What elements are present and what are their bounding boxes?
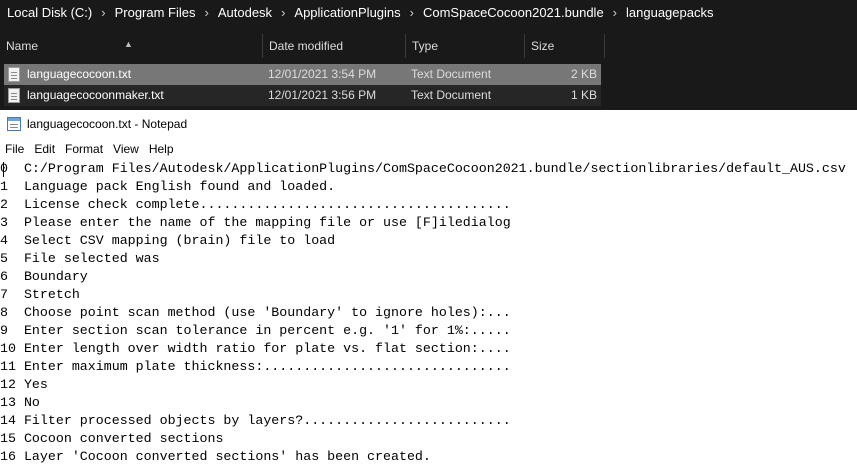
menu-file[interactable]: File — [0, 142, 29, 156]
text-line: 1 Language pack English found and loaded… — [0, 179, 336, 194]
breadcrumb-program-files[interactable]: Program Files — [112, 5, 199, 20]
column-header-size[interactable]: Size — [525, 34, 605, 58]
text-line: 8 Choose point scan method (use 'Boundar… — [0, 305, 511, 320]
text-editor-area[interactable]: 0 C:/Program Files/Autodesk/ApplicationP… — [0, 160, 857, 464]
file-name: languagecocoon.txt — [27, 67, 132, 81]
text-line: 15 Cocoon converted sections — [0, 431, 224, 446]
text-line: 3 Please enter the name of the mapping f… — [0, 215, 511, 230]
column-header-name-label: Name — [6, 39, 39, 53]
window-title: languagecocoon.txt - Notepad — [27, 117, 188, 131]
menu-view[interactable]: View — [108, 142, 144, 156]
menu-edit[interactable]: Edit — [29, 142, 60, 156]
text-line: 14 Filter processed objects by layers?..… — [0, 413, 511, 428]
breadcrumb-bundle[interactable]: ComSpaceCocoon2021.bundle — [420, 5, 607, 20]
column-header-type[interactable]: Type — [406, 34, 525, 58]
text-line: 11 Enter maximum plate thickness:.......… — [0, 359, 511, 374]
text-file-icon — [8, 67, 20, 82]
file-size: 2 KB — [570, 67, 597, 81]
breadcrumb-local-disk[interactable]: Local Disk (C:) — [4, 5, 95, 20]
text-file-icon — [8, 88, 20, 103]
text-line: 12 Yes — [0, 377, 48, 392]
text-line: 10 Enter length over width ratio for pla… — [0, 341, 511, 356]
file-row[interactable]: languagecocoon.txt 12/01/2021 3:54 PM Te… — [0, 64, 857, 85]
notepad-title-bar[interactable]: languagecocoon.txt - Notepad — [0, 113, 857, 135]
text-line: 5 File selected was — [0, 251, 160, 266]
menu-format[interactable]: Format — [60, 142, 108, 156]
file-name: languagecocoonmaker.txt — [27, 88, 164, 102]
text-line: 7 Stretch — [0, 287, 80, 302]
breadcrumb-languagepacks[interactable]: languagepacks — [623, 5, 716, 20]
column-header-name[interactable]: Name ▲ — [0, 34, 263, 58]
text-line: 16 Layer 'Cocoon converted sections' has… — [0, 449, 431, 464]
chevron-right-icon: › — [409, 4, 414, 20]
chevron-right-icon: › — [612, 4, 618, 20]
text-line: 0 C:/Program Files/Autodesk/ApplicationP… — [0, 161, 846, 176]
file-row[interactable]: languagecocoonmaker.txt 12/01/2021 3:56 … — [0, 85, 857, 106]
file-type: Text Document — [411, 67, 492, 81]
column-headers: Name ▲ Date modified Type Size — [0, 34, 857, 58]
chevron-right-icon: › — [204, 4, 209, 20]
breadcrumb-application-plugins[interactable]: ApplicationPlugins — [291, 5, 403, 20]
sort-ascending-icon: ▲ — [124, 39, 133, 49]
file-list: languagecocoon.txt 12/01/2021 3:54 PM Te… — [0, 64, 857, 106]
notepad-icon — [7, 117, 21, 131]
breadcrumb-autodesk[interactable]: Autodesk — [215, 5, 275, 20]
file-size: 1 KB — [570, 88, 597, 102]
text-line: 4 Select CSV mapping (brain) file to loa… — [0, 233, 336, 248]
file-explorer: Local Disk (C:) › Program Files › Autode… — [0, 0, 857, 110]
file-type: Text Document — [411, 88, 492, 102]
breadcrumb: Local Disk (C:) › Program Files › Autode… — [0, 0, 716, 24]
text-line: 6 Boundary — [0, 269, 88, 284]
menu-bar: File Edit Format View Help — [0, 139, 857, 159]
text-line: 13 No — [0, 395, 40, 410]
text-line: 9 Enter section scan tolerance in percen… — [0, 323, 511, 338]
file-date: 12/01/2021 3:56 PM — [268, 88, 377, 102]
file-date: 12/01/2021 3:54 PM — [268, 67, 377, 81]
text-line: 2 License check complete................… — [0, 197, 511, 212]
chevron-right-icon: › — [101, 4, 106, 20]
column-header-date[interactable]: Date modified — [263, 34, 406, 58]
chevron-right-icon: › — [281, 4, 286, 20]
menu-help[interactable]: Help — [144, 142, 179, 156]
